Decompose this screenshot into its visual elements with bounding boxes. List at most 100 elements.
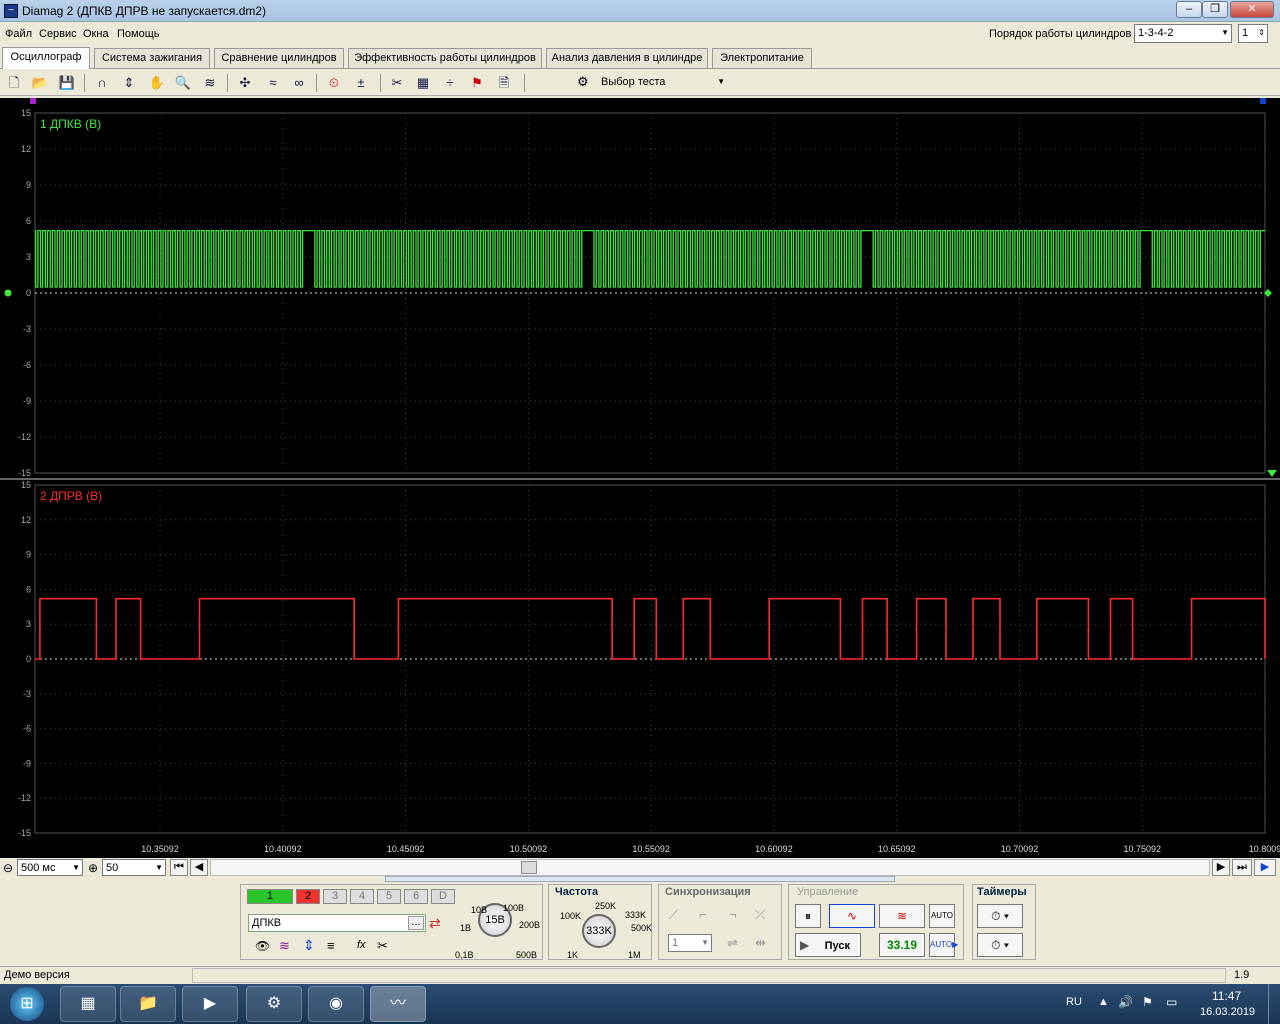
diagnostic-app-icon[interactable]: ⚙	[246, 986, 302, 1022]
toolbar-separator	[316, 74, 317, 92]
filter-icon[interactable]: ≋	[201, 74, 219, 92]
timer-2-button[interactable]: ⏱ ▾	[977, 933, 1023, 957]
channel-5-button[interactable]: 5	[377, 889, 401, 904]
document-icon[interactable]: 🗎	[495, 74, 513, 92]
start-icon[interactable]: ⊞	[10, 987, 44, 1021]
language-indicator[interactable]: RU	[1066, 996, 1082, 1008]
scroll-thumb[interactable]	[521, 861, 537, 874]
zoom-select[interactable]: 50 ▼	[102, 859, 166, 876]
prev-button[interactable]: ◀	[190, 859, 208, 876]
oscilloscope-chart[interactable]: 15 12 9 6 3 0 -3 -6 -9 -12 -15 1 ДПКВ (В) 15 12 9 6 3 0 -3…	[0, 98, 1280, 858]
show-desktop-button[interactable]	[1268, 984, 1280, 1024]
cursor-arc-icon[interactable]: ∩	[93, 74, 111, 92]
channel-4-button[interactable]: 4	[350, 889, 374, 904]
volts-label: 100В	[503, 903, 525, 913]
tab-pressure-analysis[interactable]: Анализ давления в цилиндре	[546, 48, 708, 68]
new-file-icon[interactable]: 🗋	[5, 74, 23, 92]
shrink-icon[interactable]: ✣	[236, 74, 254, 92]
zoom-icon[interactable]: 🔍	[174, 74, 192, 92]
clock-time[interactable]: 11:47	[1212, 989, 1241, 1003]
frequency-knob[interactable]: 333K	[582, 914, 616, 948]
overview-strip[interactable]	[385, 876, 895, 882]
auto-button[interactable]: AUTO	[929, 904, 955, 928]
save-icon[interactable]: 💾	[58, 74, 76, 92]
network-icon[interactable]: ▭	[1166, 995, 1177, 1009]
wave-stack-icon[interactable]: ≈	[264, 74, 282, 92]
tools-icon[interactable]: ✂	[377, 938, 388, 954]
split-icon[interactable]: ÷	[441, 74, 459, 92]
zoom-out-icon[interactable]: ⊖	[3, 861, 13, 875]
tab-cylinder-efficiency[interactable]: Эффективность работы цилиндров	[348, 48, 542, 68]
freq-label: 250K	[595, 901, 617, 911]
eye-icon[interactable]: 👁	[255, 939, 270, 953]
menu-windows[interactable]: Окна	[83, 28, 109, 40]
volume-icon[interactable]: 🔊	[1118, 995, 1133, 1009]
auto-record-button[interactable]: AUTO▶	[929, 933, 958, 957]
channel-6-button[interactable]: 6	[404, 889, 428, 904]
media-player-icon[interactable]: ▶	[182, 986, 238, 1022]
vertical-arrows-icon[interactable]: ⇕	[303, 937, 315, 954]
tab-bar: Осциллограф Система зажигания Сравнение …	[0, 47, 1280, 69]
test-select[interactable]: ⚙ Выбор теста ▼	[577, 72, 729, 92]
channel-2-button[interactable]: 2	[296, 889, 320, 904]
swap-icon[interactable]: ⇄	[429, 915, 441, 932]
timebase-select[interactable]: 500 мс ▼	[17, 859, 83, 876]
auto-scale-icon[interactable]: ⏲	[325, 74, 343, 92]
close-button[interactable]: ✕	[1230, 1, 1274, 18]
vertical-measure-icon[interactable]: ⇕	[120, 74, 138, 92]
tab-power-supply[interactable]: Электропитание	[712, 48, 812, 68]
flag-icon[interactable]: ⚑	[468, 74, 486, 92]
pulse-mode-button[interactable]: ≋	[879, 904, 925, 928]
channel-browse-button[interactable]: ...	[408, 916, 424, 930]
channel-name-field[interactable]: ДПКВ ...	[248, 914, 426, 932]
maximize-button[interactable]: ❐	[1202, 1, 1228, 18]
sync-channel-select[interactable]: 1 ▼	[668, 934, 712, 952]
hand-icon[interactable]: ✋	[148, 74, 166, 92]
pause-button[interactable]: ⏸	[795, 904, 821, 928]
chrome-icon[interactable]: ◉	[308, 986, 364, 1022]
sync-level-icon[interactable]: ⇌	[727, 935, 738, 951]
falling-step-icon[interactable]: ¬	[729, 907, 737, 922]
menu-help[interactable]: Помощь	[117, 28, 160, 40]
explorer-icon[interactable]: 📁	[120, 986, 176, 1022]
calculator-icon[interactable]: ▦	[60, 986, 116, 1022]
scroll-track[interactable]	[210, 859, 1210, 876]
flag-icon[interactable]: ⚑	[1142, 995, 1153, 1009]
channel-3-button[interactable]: 3	[323, 889, 347, 904]
channel-d-button[interactable]: D	[431, 889, 455, 904]
start-button[interactable]: ▶ Пуск	[795, 933, 861, 957]
rising-step-icon[interactable]: ⌐	[699, 907, 707, 922]
zero-level-icon[interactable]: ±	[352, 74, 370, 92]
minimize-button[interactable]: ‒	[1176, 1, 1202, 18]
open-folder-icon[interactable]: 📂	[31, 74, 49, 92]
diamag-icon[interactable]: 〰	[370, 986, 426, 1022]
play-icon[interactable]: ▶	[1254, 859, 1276, 876]
overlay-icon[interactable]: ∞	[290, 74, 308, 92]
first-page-button[interactable]: ⏮	[170, 859, 188, 876]
sine-mode-button[interactable]: ∿	[829, 904, 875, 928]
menu-service[interactable]: Сервис	[39, 28, 77, 40]
tray-up-icon[interactable]: ▲	[1098, 996, 1109, 1008]
timer-1-button[interactable]: ⏱ ▾	[977, 904, 1023, 928]
tab-oscilloscope[interactable]: Осциллограф	[2, 47, 90, 69]
next-button[interactable]: ▶	[1212, 859, 1230, 876]
volts-label: 200В	[519, 920, 541, 930]
rising-edge-icon[interactable]: ⟋	[669, 907, 678, 923]
wave-icon[interactable]: ≋	[279, 938, 290, 954]
menu-file[interactable]: Файл	[5, 28, 32, 40]
sync-offset-icon[interactable]: ⇹	[755, 935, 766, 951]
cyl-spin[interactable]: 1 ⇕	[1238, 24, 1268, 43]
function-icon[interactable]: fx	[357, 939, 366, 951]
sync-mode-icon[interactable]: ⤫	[755, 907, 765, 923]
sync-group: Синхронизация ⟋ ⌐ ¬ ⤫ 1 ▼ ⇌ ⇹	[658, 884, 782, 960]
grid-icon[interactable]: ▦	[414, 74, 432, 92]
channel-1-button[interactable]: 1	[247, 889, 293, 904]
lines-icon[interactable]: ≡	[327, 938, 335, 953]
cyl-order-select[interactable]: 1-3-4-2 ▼	[1134, 24, 1232, 43]
zoom-in-icon[interactable]: ⊕	[88, 861, 98, 875]
tool-settings-icon[interactable]: ✂	[388, 74, 406, 92]
last-page-button[interactable]: ⏭	[1232, 859, 1252, 876]
clock-date[interactable]: 16.03.2019	[1200, 1006, 1255, 1018]
tab-ignition[interactable]: Система зажигания	[94, 48, 210, 68]
tab-cylinder-compare[interactable]: Сравнение цилиндров	[214, 48, 344, 68]
